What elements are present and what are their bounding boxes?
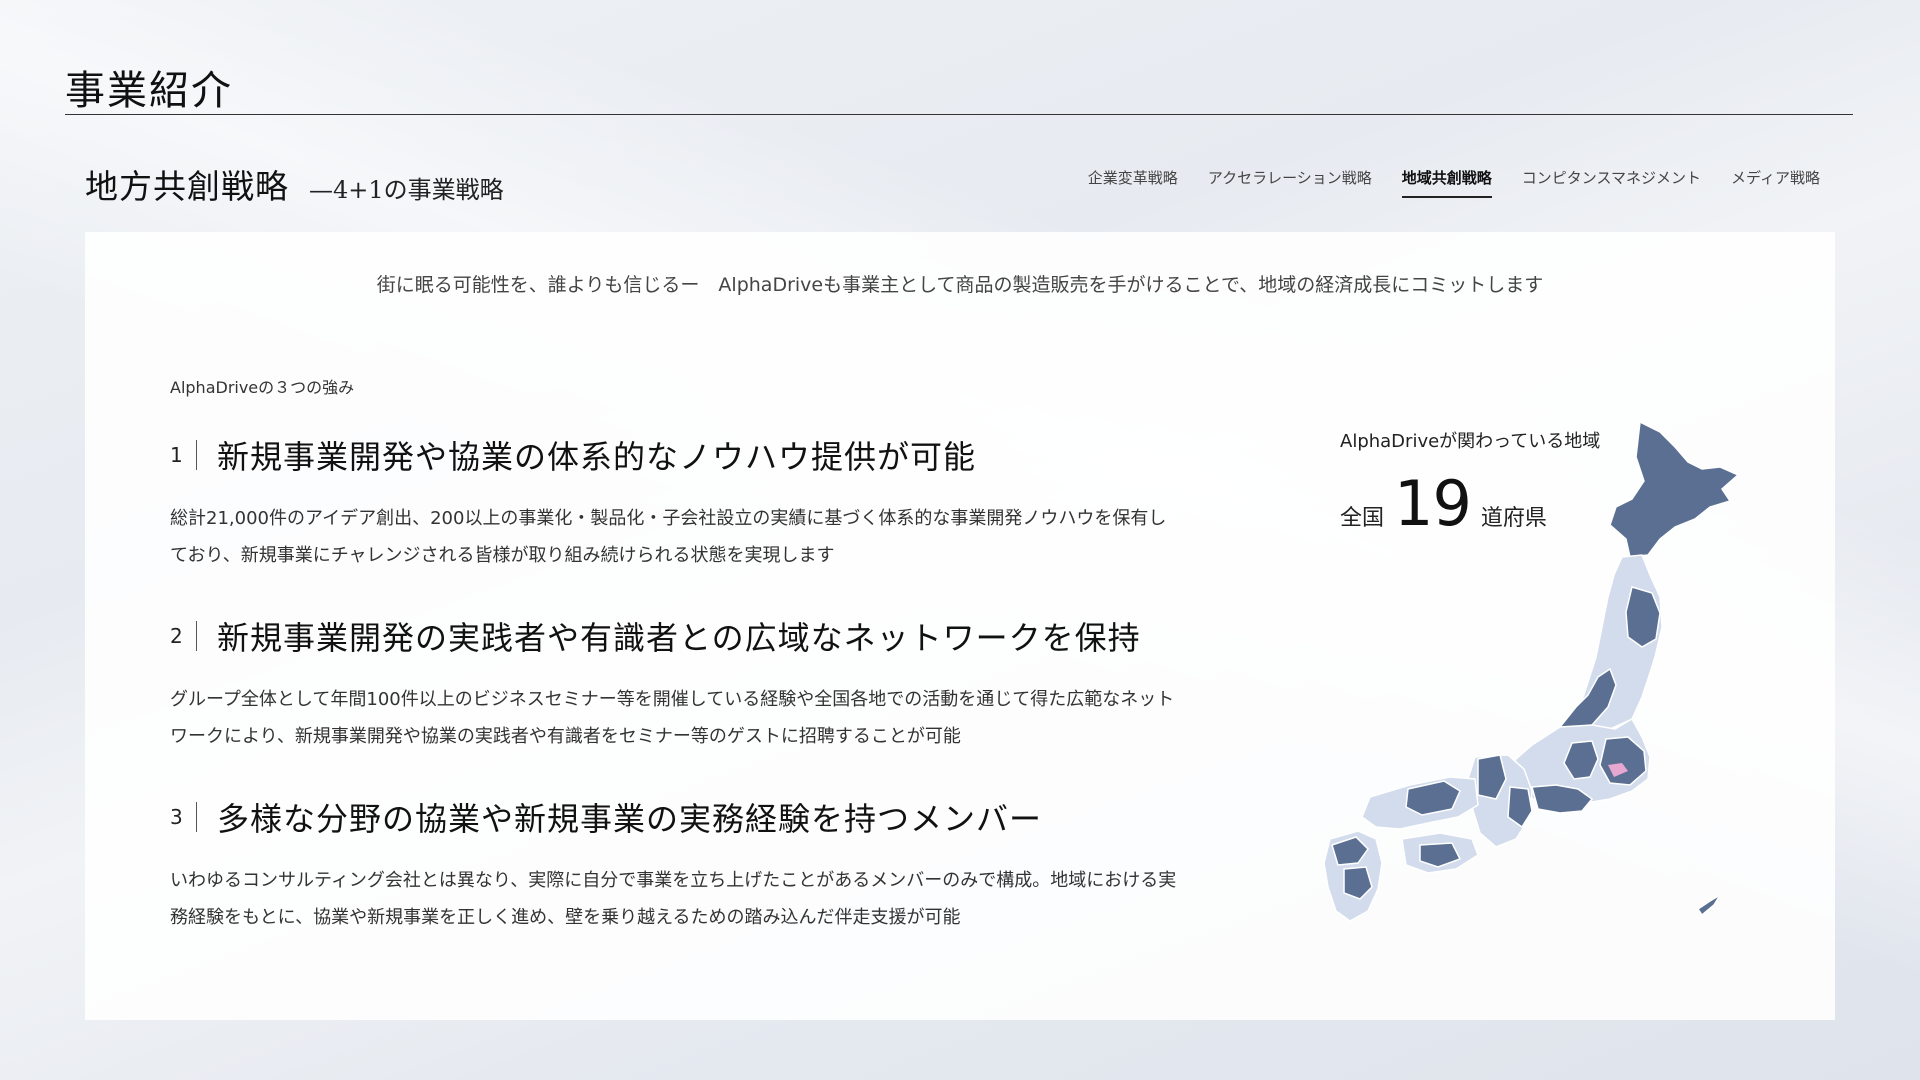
strength-number: 1	[170, 443, 183, 467]
strength-item-1: 1 新規事業開発や協業の体系的なノウハウ提供が可能 総計21,000件のアイデア…	[170, 432, 1220, 574]
strength-description: 総計21,000件のアイデア創出、200以上の事業化・製品化・子会社設立の実績に…	[170, 508, 1167, 566]
title-divider	[65, 114, 1853, 115]
region-count-stat: 全国 19 道府県	[1340, 467, 1547, 540]
strength-description: グループ全体として年間100件以上のビジネスセミナー等を開催している経験や全国各…	[170, 689, 1175, 747]
strength-title: 多様な分野の協業や新規事業の実務経験を持つメンバー	[217, 800, 1043, 838]
map-region-okinawa	[1696, 894, 1721, 917]
tab-acceleration[interactable]: アクセラレーション戦略	[1208, 167, 1372, 198]
strength-separator	[196, 621, 197, 651]
stat-prefix: 全国	[1340, 506, 1385, 531]
strength-heading: 2 新規事業開発の実践者や有識者との広域なネットワークを保持	[170, 613, 1220, 659]
strength-heading: 3 多様な分野の協業や新規事業の実務経験を持つメンバー	[170, 794, 1220, 840]
strength-number: 3	[170, 805, 183, 829]
strength-heading: 1 新規事業開発や協業の体系的なノウハウ提供が可能	[170, 432, 1220, 478]
tab-media[interactable]: メディア戦略	[1731, 167, 1820, 198]
section-subtitle: —4+1の事業戦略	[309, 176, 504, 204]
strength-title: 新規事業開発の実践者や有識者との広域なネットワークを保持	[217, 619, 1141, 657]
map-panel: AlphaDriveが関わっている地域 全国 19 道府県	[1323, 420, 1810, 997]
strengths-label: AlphaDriveの３つの強み	[170, 378, 355, 397]
strength-item-3: 3 多様な分野の協業や新規事業の実務経験を持つメンバー いわゆるコンサルティング…	[170, 794, 1220, 936]
tab-corporate-transformation[interactable]: 企業変革戦略	[1088, 167, 1178, 198]
page-title: 事業紹介	[65, 68, 233, 114]
stat-number: 19	[1394, 467, 1472, 540]
section-title: 地方共創戦略	[85, 167, 289, 206]
strength-item-2: 2 新規事業開発の実践者や有識者との広域なネットワークを保持 グループ全体として…	[170, 613, 1220, 755]
strength-description: いわゆるコンサルティング会社とは異なり、実際に自分で事業を立ち上げたことがあるメ…	[170, 870, 1177, 928]
tagline: 街に眠る可能性を、誰よりも信じるー AlphaDriveも事業主として商品の製造…	[376, 274, 1544, 296]
stat-suffix: 道府県	[1480, 506, 1547, 531]
tab-regional-co-creation[interactable]: 地域共創戦略	[1401, 167, 1492, 198]
strength-title: 新規事業開発や協業の体系的なノウハウ提供が可能	[217, 438, 977, 476]
map-label: AlphaDriveが関わっている地域	[1340, 431, 1601, 452]
content-card: 街に眠る可能性を、誰よりも信じるー AlphaDriveも事業主として商品の製造…	[85, 232, 1835, 1020]
section-heading: 地方共創戦略 —4+1の事業戦略	[85, 160, 504, 208]
strength-number: 2	[170, 624, 183, 648]
strategy-tabs: 企業変革戦略 アクセラレーション戦略 地域共創戦略 コンピタンスマネジメント メ…	[1088, 167, 1820, 198]
strength-separator	[196, 440, 197, 470]
strength-separator	[196, 802, 197, 832]
map-region-hokkaido	[1609, 420, 1740, 558]
tab-competence-management[interactable]: コンピタンスマネジメント	[1522, 167, 1701, 198]
